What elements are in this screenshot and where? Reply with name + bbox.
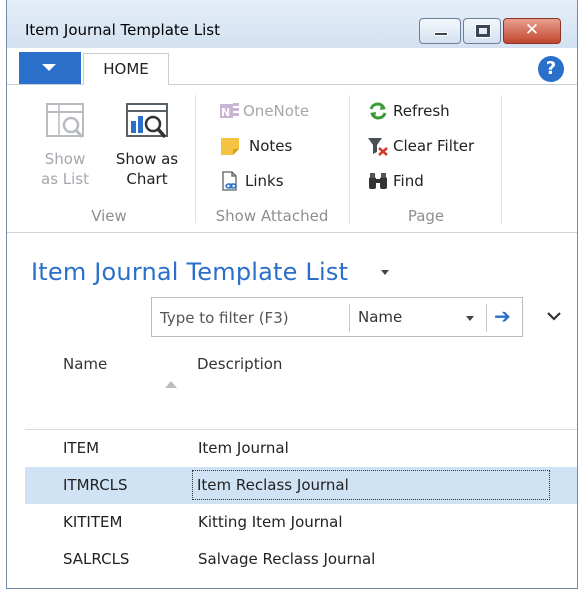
filter-field-select[interactable]: Name [358, 308, 402, 326]
refresh-label: Refresh [393, 102, 450, 120]
notes-label: Notes [249, 137, 293, 155]
maximize-button[interactable] [463, 18, 501, 44]
cell-name: ITMRCLS [63, 476, 128, 494]
find-label: Find [393, 172, 424, 190]
maximize-icon [475, 24, 491, 38]
binoculars-icon [369, 173, 387, 189]
filter-divider [349, 304, 350, 332]
expand-chevron-icon[interactable] [546, 308, 562, 324]
chevron-down-icon [42, 64, 56, 71]
cell-description: Salvage Reclass Journal [198, 550, 376, 568]
show-as-chart-label-2: Chart [126, 170, 168, 188]
title-dropdown-icon[interactable] [381, 270, 389, 275]
column-header-name[interactable]: Name [63, 355, 107, 373]
ribbon-tab-bar: HOME ? [7, 48, 577, 86]
title-bar[interactable]: Item Journal Template List ✕ [7, 0, 577, 48]
show-as-list-button[interactable]: Show as List [27, 101, 103, 189]
group-divider [195, 95, 196, 223]
cell-description: Item Reclass Journal [192, 470, 550, 500]
refresh-icon [369, 102, 387, 120]
minimize-button[interactable] [419, 18, 461, 44]
cell-name: KITITEM [63, 513, 123, 531]
list-view-icon [46, 103, 84, 138]
filter-bar: Name ➔ [151, 297, 523, 337]
cell-name: SALRCLS [63, 550, 130, 568]
onenote-label: OneNote [243, 102, 310, 120]
table-row[interactable]: KITITEM Kitting Item Journal [25, 504, 577, 541]
cell-description: Kitting Item Journal [198, 513, 343, 531]
ribbon-panel: Show as List Show as Chart View N OneNot… [7, 85, 577, 233]
show-as-chart-label-1: Show as [115, 150, 179, 168]
minimize-icon [434, 32, 448, 36]
group-label-page: Page [407, 207, 445, 225]
show-as-chart-button[interactable]: Show as Chart [109, 101, 185, 189]
filter-input[interactable] [160, 307, 340, 329]
arrow-right-icon[interactable]: ➔ [494, 304, 511, 328]
table-row[interactable]: SALRCLS Salvage Reclass Journal [25, 541, 577, 578]
clear-filter-icon [368, 138, 388, 156]
window-title: Item Journal Template List [25, 21, 220, 39]
ribbon-group-page: Refresh Clear Filter Find Page [351, 91, 501, 227]
ribbon-group-view: Show as List Show as Chart View [25, 91, 193, 227]
group-divider [501, 95, 502, 223]
chart-view-icon [126, 103, 168, 139]
group-label-view: View [91, 207, 127, 225]
show-as-list-label-2: as List [41, 170, 89, 188]
app-window: Item Journal Template List ✕ HOME ? Show… [6, 0, 578, 589]
ribbon-group-show-attached: N OneNote Notes Links Show Attached [197, 91, 347, 227]
svg-text:N: N [221, 106, 230, 119]
table-row-selected[interactable]: ITMRCLS Item Reclass Journal [25, 467, 577, 504]
note-icon [221, 138, 239, 155]
column-header-description[interactable]: Description [197, 355, 282, 373]
filter-divider [486, 304, 487, 332]
app-menu-button[interactable] [19, 52, 81, 84]
tab-home[interactable]: HOME [83, 53, 169, 86]
links-label: Links [245, 172, 284, 190]
show-as-list-label-1: Show [44, 150, 86, 168]
page-title: Item Journal Template List [31, 258, 349, 286]
chevron-down-icon[interactable] [466, 316, 474, 321]
cell-name: ITEM [63, 439, 100, 457]
group-label-show-attached: Show Attached [215, 207, 329, 225]
close-button[interactable]: ✕ [503, 18, 561, 44]
onenote-icon: N [220, 103, 239, 119]
table-row[interactable]: ITEM Item Journal [25, 430, 577, 467]
link-icon [222, 171, 237, 191]
close-icon: ✕ [524, 20, 540, 40]
clear-filter-label: Clear Filter [393, 137, 475, 155]
cell-description: Item Journal [198, 439, 289, 457]
help-icon[interactable]: ? [538, 56, 564, 82]
group-divider [349, 95, 350, 223]
sort-ascending-icon [165, 381, 177, 388]
